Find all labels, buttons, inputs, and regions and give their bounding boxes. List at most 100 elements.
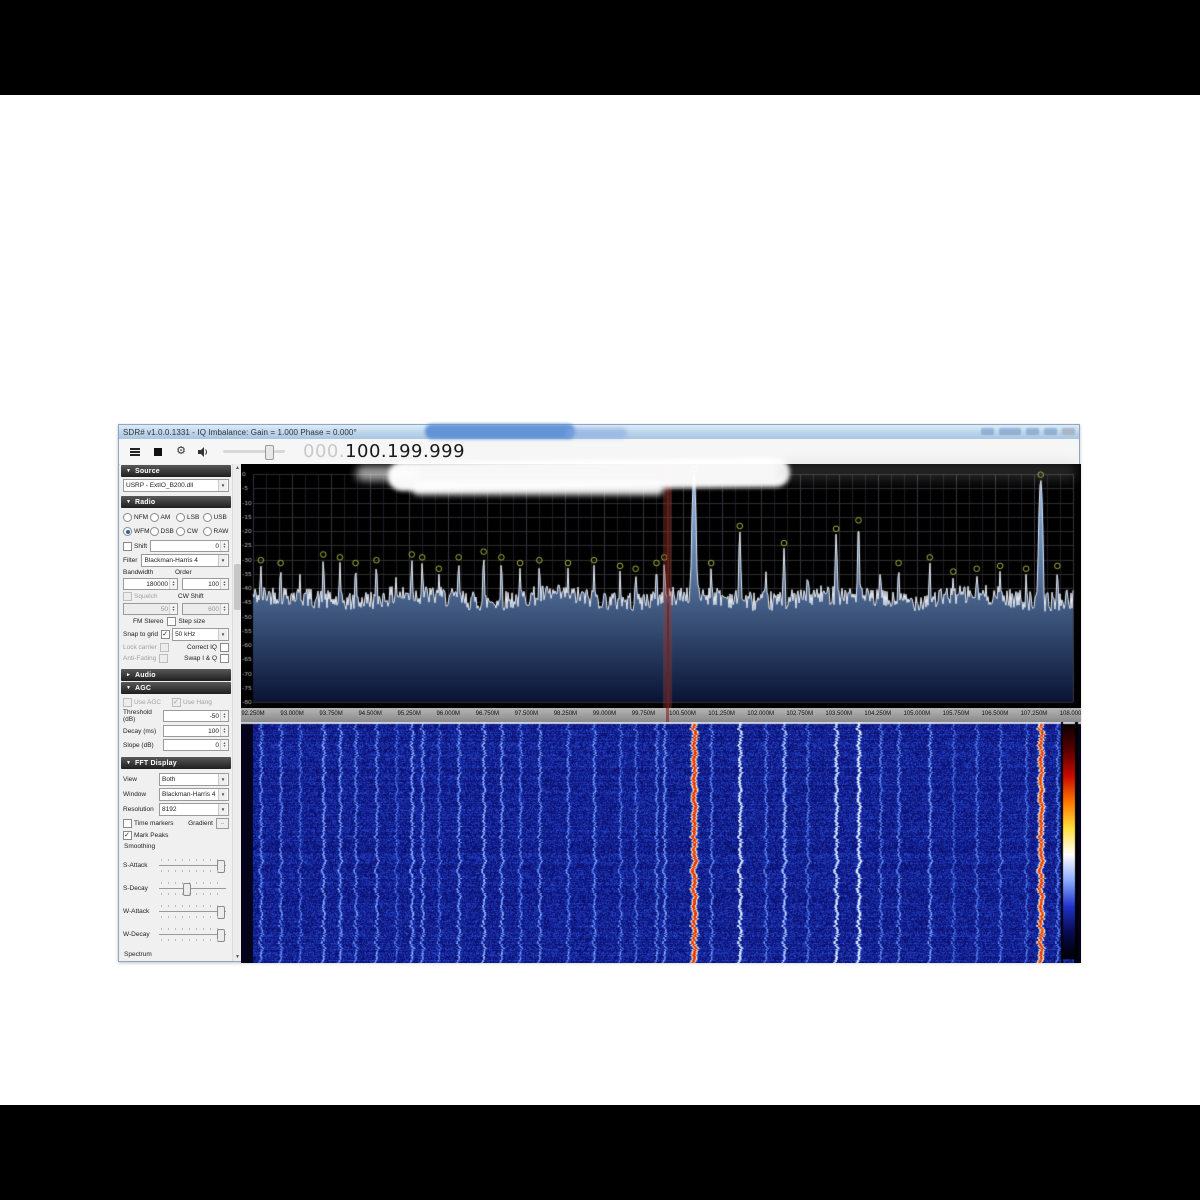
step-size-dropdown[interactable]: 50 kHz ▼ [172, 628, 229, 641]
radio-button[interactable] [176, 513, 186, 522]
mode-am[interactable]: AM [149, 513, 176, 522]
menu-icon[interactable] [128, 445, 142, 459]
spinner-icon[interactable]: ▲ ▼ [220, 726, 228, 736]
mode-wfm[interactable]: WFM [123, 527, 150, 536]
order-field[interactable]: 100 ▲ ▼ [182, 578, 229, 590]
frequency-scale[interactable]: 92.250M 93.000M 93.750M 94.500M 95.250M 96.00… [241, 708, 1081, 722]
freq-tick-label: 93.000M [280, 711, 304, 717]
sdrsharp-window: SDR# v1.0.0.1331 - IQ Imbalance: Gain = … [118, 424, 1081, 963]
panel-header-source[interactable]: ▼ Source [121, 465, 231, 477]
anti-fading-checkbox [159, 654, 169, 663]
fft-content: 92.250M 93.000M 93.750M 94.500M 95.250M 96.00… [241, 464, 1081, 963]
radio-button[interactable] [176, 527, 186, 536]
close-button[interactable] [1062, 428, 1075, 435]
agc-slope-field[interactable]: 0 ▲ ▼ [163, 739, 229, 751]
collapse-arrow-icon: ► [126, 672, 131, 678]
swap-iq-checkbox[interactable] [220, 654, 229, 663]
filter-dropdown[interactable]: Blackman-Harris 4 ▼ [141, 554, 229, 567]
use-agc-checkbox [123, 698, 132, 707]
mode-dsb[interactable]: DSB [149, 527, 176, 536]
frequency-value: 100.199.999 [345, 441, 466, 462]
shift-field[interactable]: 0 ▲ ▼ [150, 540, 229, 552]
photo-background: SDR# v1.0.0.1331 - IQ Imbalance: Gain = … [0, 95, 1200, 1105]
freq-tick-label: 104.250M [864, 711, 892, 717]
mode-raw[interactable]: RAW [202, 527, 230, 536]
demod-mode-group: NFM AM LSB USB WFM DSB CW RAW [123, 513, 229, 536]
w-decay-slider[interactable] [159, 928, 226, 942]
radio-button[interactable] [149, 513, 159, 522]
fft-window-dropdown[interactable]: Blackman-Harris 4 ▼ [159, 788, 229, 801]
collapse-arrow-icon: ▼ [126, 468, 131, 474]
fft-resolution-dropdown[interactable]: 8192 ▼ [159, 803, 229, 816]
fft-view-dropdown[interactable]: Both ▼ [159, 773, 229, 786]
mode-cw[interactable]: CW [176, 527, 202, 536]
w-attack-slider[interactable] [159, 905, 226, 919]
toolbar: ⚙ 000.100.199.999 [119, 439, 1079, 465]
collapse-arrow-icon: ▼ [126, 499, 131, 505]
radio-button[interactable] [202, 527, 212, 536]
collapse-arrow-icon: ▼ [126, 760, 131, 766]
radio-button[interactable] [123, 513, 132, 522]
source-device-dropdown[interactable]: USRP - ExtIO_B200.dll ▼ [123, 479, 229, 492]
panel-header-agc[interactable]: ▼ AGC [121, 682, 231, 694]
window-button[interactable] [981, 428, 994, 435]
fm-stereo-checkbox[interactable] [167, 617, 177, 626]
freq-tick-label: 99.750M [631, 711, 656, 717]
source-device-value: USRP - ExtIO_B200.dll [126, 482, 194, 489]
spinner-icon[interactable]: ▲ ▼ [169, 579, 177, 589]
waterfall-display[interactable] [241, 722, 1081, 963]
radio-button[interactable] [149, 527, 159, 536]
stop-icon[interactable] [151, 445, 165, 459]
correct-iq-checkbox[interactable] [220, 643, 229, 652]
volume-slider-thumb[interactable] [265, 445, 274, 460]
scrollbar-thumb[interactable] [234, 564, 241, 610]
spectrum-plot[interactable] [241, 464, 1081, 708]
mode-lsb[interactable]: LSB [176, 513, 202, 522]
spinner-icon[interactable]: ▲ ▼ [220, 541, 228, 551]
title-bar[interactable]: SDR# v1.0.0.1331 - IQ Imbalance: Gain = … [119, 425, 1079, 440]
panel-header-radio[interactable]: ▼ Radio [121, 496, 231, 508]
s-attack-slider[interactable] [159, 859, 226, 873]
freq-tick-label: 95.250M [397, 711, 421, 717]
chevron-down-icon: ▼ [218, 629, 227, 640]
panel-header-audio[interactable]: ► Audio [121, 669, 231, 681]
control-sidebar: ▼ Source USRP - ExtIO_B200.dll ▼ ▼ Radio… [120, 464, 232, 961]
spectrum-section-label: Spectrum [124, 951, 152, 958]
freq-tick-label: 107.250M [1020, 711, 1048, 717]
volume-slider[interactable] [223, 445, 285, 460]
radio-button[interactable] [202, 513, 212, 522]
frequency-display[interactable]: 000.100.199.999 [303, 441, 465, 462]
main-area: ▼ Source USRP - ExtIO_B200.dll ▼ ▼ Radio… [119, 464, 1081, 963]
minimize-button[interactable] [1026, 428, 1039, 435]
gradient-button[interactable]: .. [216, 818, 229, 829]
speaker-icon[interactable] [197, 445, 211, 459]
chevron-down-icon: ▼ [218, 774, 227, 785]
spinner-icon[interactable]: ▲ ▼ [220, 740, 228, 750]
agc-threshold-field[interactable]: -50 ▲ ▼ [163, 710, 229, 722]
shift-checkbox[interactable] [123, 541, 132, 551]
freq-tick-label: 102.000M [747, 711, 774, 717]
time-markers-checkbox[interactable] [123, 819, 132, 828]
mode-usb[interactable]: USB [202, 513, 230, 522]
freq-tick-label: 98.250M [553, 711, 578, 717]
spinner-icon[interactable]: ▲ ▼ [220, 711, 228, 721]
snap-to-grid-checkbox[interactable] [161, 630, 171, 639]
mark-peaks-checkbox[interactable] [123, 831, 132, 840]
squelch-field: 50 ▲ ▼ [123, 603, 178, 615]
window-controls[interactable] [981, 428, 1075, 435]
gear-icon[interactable]: ⚙ [174, 445, 188, 459]
window-title: SDR# v1.0.0.1331 - IQ Imbalance: Gain = … [123, 427, 357, 437]
squelch-checkbox[interactable] [123, 592, 132, 601]
panel-header-fft-display[interactable]: ▼ FFT Display [121, 757, 231, 769]
mode-nfm[interactable]: NFM [123, 513, 150, 522]
radio-button-selected[interactable] [123, 527, 132, 536]
agc-decay-field[interactable]: 100 ▲ ▼ [163, 725, 229, 737]
use-hang-checkbox [172, 698, 181, 707]
window-button[interactable] [999, 428, 1021, 435]
s-decay-slider[interactable] [159, 882, 226, 896]
maximize-button[interactable] [1044, 428, 1057, 435]
spinner-icon[interactable]: ▲ ▼ [220, 579, 228, 589]
freq-tick-label: 105.750M [942, 711, 970, 717]
bandwidth-field[interactable]: 180000 ▲ ▼ [123, 578, 178, 590]
freq-tick-label: 92.250M [241, 711, 265, 717]
